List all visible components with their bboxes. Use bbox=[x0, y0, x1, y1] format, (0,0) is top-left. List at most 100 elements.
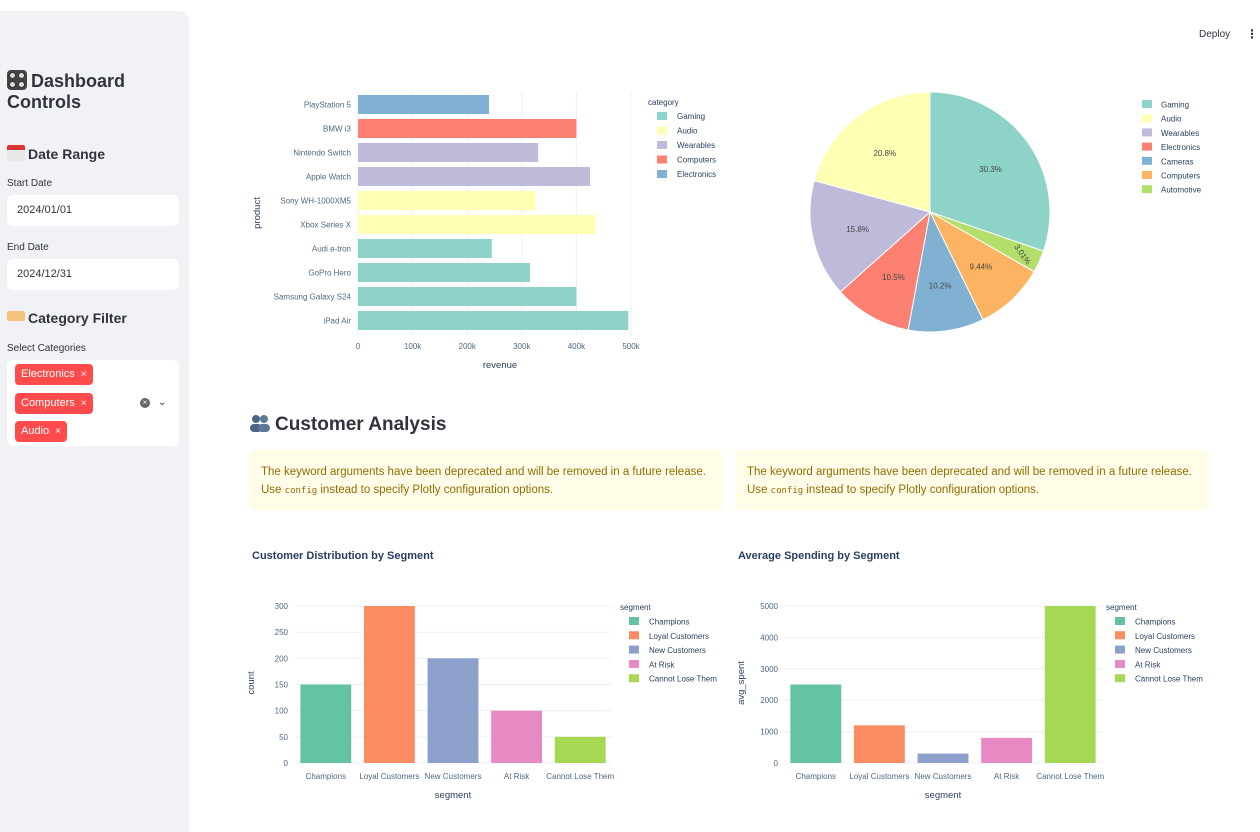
legend-label[interactable]: Audio bbox=[1161, 115, 1182, 124]
y-tick-label: 1000 bbox=[760, 728, 778, 737]
legend-label[interactable]: Electronics bbox=[1161, 143, 1200, 152]
charts-layer: 0 100k 200k 300k 400k 500k PlayStation 5 BMW i3… bbox=[246, 91, 1203, 801]
legend-label[interactable]: Gaming bbox=[677, 112, 705, 121]
legend-swatch[interactable] bbox=[657, 155, 667, 164]
legend-swatch[interactable] bbox=[657, 170, 667, 178]
legend-label[interactable]: Wearables bbox=[1161, 129, 1199, 138]
bar[interactable] bbox=[363, 606, 415, 763]
bar[interactable] bbox=[358, 167, 591, 186]
bar[interactable] bbox=[1044, 606, 1096, 763]
legend-swatch[interactable] bbox=[1115, 659, 1125, 668]
y-tick-label: Sony WH-1000XM5 bbox=[280, 197, 351, 206]
legend-swatch[interactable] bbox=[1142, 185, 1152, 194]
legend-swatch[interactable] bbox=[1142, 156, 1152, 165]
legend-swatch[interactable] bbox=[1115, 645, 1125, 654]
legend-label[interactable]: Cannot Lose Them bbox=[1135, 675, 1203, 684]
x-tick-label: 0 bbox=[356, 342, 361, 351]
x-axis-title: segment bbox=[435, 790, 472, 801]
legend-label[interactable]: Wearables bbox=[677, 141, 715, 150]
warning-use: Use bbox=[261, 484, 282, 496]
bar[interactable] bbox=[358, 215, 596, 234]
x-tick-label: At Risk bbox=[504, 772, 530, 781]
legend-label[interactable]: Champions bbox=[1135, 618, 1175, 627]
bar[interactable] bbox=[358, 119, 577, 138]
bar[interactable] bbox=[917, 753, 969, 763]
bar[interactable] bbox=[358, 143, 539, 162]
legend-label[interactable]: Cannot Lose Them bbox=[649, 675, 717, 684]
chart-title: Customer Distribution by Segment bbox=[252, 550, 434, 562]
legend-swatch[interactable] bbox=[1142, 142, 1152, 151]
legend-swatch[interactable] bbox=[629, 631, 639, 640]
legend-swatch[interactable] bbox=[629, 617, 639, 625]
warning-line1: The keyword arguments have been deprecat… bbox=[261, 466, 706, 478]
legend-label[interactable]: Loyal Customers bbox=[1135, 632, 1195, 641]
legend-swatch[interactable] bbox=[1142, 100, 1152, 108]
y-tick-label: 200 bbox=[275, 654, 289, 663]
legend-swatch[interactable] bbox=[1115, 631, 1125, 640]
bar[interactable] bbox=[358, 287, 577, 306]
warning-code: config bbox=[284, 486, 318, 496]
x-tick-label: 400k bbox=[568, 342, 586, 351]
legend-label[interactable]: At Risk bbox=[649, 660, 675, 669]
legend-label[interactable]: Electronics bbox=[677, 170, 716, 179]
revenue-bar-chart: 0 100k 200k 300k 400k 500k PlayStation 5 BMW i3… bbox=[252, 92, 716, 371]
bar[interactable] bbox=[358, 263, 530, 282]
legend-label[interactable]: Gaming bbox=[1161, 101, 1189, 110]
legend-label[interactable]: New Customers bbox=[649, 646, 706, 655]
bar[interactable] bbox=[358, 191, 536, 210]
legend-swatch[interactable] bbox=[1142, 114, 1152, 123]
bar[interactable] bbox=[358, 239, 492, 258]
people-icon bbox=[249, 414, 271, 432]
y-tick-label: BMW i3 bbox=[323, 125, 352, 134]
y-tick-label: Nintendo Switch bbox=[293, 149, 351, 158]
slice-label: 9.44% bbox=[970, 262, 993, 271]
bar[interactable] bbox=[358, 311, 629, 330]
legend-label[interactable]: Champions bbox=[649, 618, 689, 627]
x-tick-label: 200k bbox=[459, 342, 477, 351]
legend-swatch[interactable] bbox=[629, 645, 639, 654]
x-tick-label: Cannot Lose Them bbox=[1036, 772, 1104, 781]
warning-line2: instead to specify Plotly configuration … bbox=[806, 484, 1040, 496]
customer-analysis-heading: Customer Analysis bbox=[249, 414, 446, 436]
legend-swatch[interactable] bbox=[1142, 128, 1152, 137]
y-tick-label: Xbox Series X bbox=[300, 221, 351, 230]
legend-label[interactable]: At Risk bbox=[1135, 660, 1161, 669]
x-tick-label: Cannot Lose Them bbox=[546, 772, 614, 781]
bar[interactable] bbox=[554, 736, 606, 763]
bar[interactable] bbox=[491, 710, 543, 763]
slice-label: 15.8% bbox=[846, 225, 869, 234]
legend-swatch[interactable] bbox=[657, 141, 667, 149]
legend-swatch[interactable] bbox=[629, 659, 639, 668]
bar[interactable] bbox=[358, 95, 490, 114]
y-tick-label: 300 bbox=[275, 602, 289, 611]
deprecation-warning: The keyword arguments have been deprecat… bbox=[735, 450, 1209, 510]
legend-swatch[interactable] bbox=[1142, 171, 1152, 179]
legend-swatch[interactable] bbox=[629, 674, 639, 683]
legend-label[interactable]: Cameras bbox=[1161, 157, 1193, 166]
legend-swatch[interactable] bbox=[1115, 674, 1125, 683]
legend-swatch[interactable] bbox=[657, 112, 667, 120]
bar[interactable] bbox=[790, 684, 842, 764]
deprecation-warning: The keyword arguments have been deprecat… bbox=[249, 450, 723, 510]
bar[interactable] bbox=[427, 658, 479, 763]
slice-label: 30.3% bbox=[979, 165, 1002, 174]
chart-title: Average Spending by Segment bbox=[738, 550, 900, 562]
x-tick-label: 300k bbox=[513, 342, 531, 351]
y-tick-label: 100 bbox=[275, 707, 289, 716]
legend-label[interactable]: Computers bbox=[677, 156, 716, 165]
legend-label[interactable]: Computers bbox=[1161, 172, 1200, 181]
legend-label[interactable]: New Customers bbox=[1135, 646, 1192, 655]
legend-label[interactable]: Loyal Customers bbox=[649, 632, 709, 641]
y-tick-label: 0 bbox=[284, 759, 289, 768]
bar[interactable] bbox=[300, 684, 352, 764]
legend-label[interactable]: Audio bbox=[677, 127, 698, 136]
segment-count-chart: 0 50 100 150 200 250 300 Champions Loyal Custome… bbox=[246, 602, 717, 801]
bar[interactable] bbox=[981, 737, 1033, 763]
warning-use: Use bbox=[747, 484, 768, 496]
legend-swatch[interactable] bbox=[1115, 617, 1125, 625]
x-tick-label: Loyal Customers bbox=[849, 772, 909, 781]
y-tick-label: 250 bbox=[275, 628, 289, 637]
bar[interactable] bbox=[853, 725, 905, 763]
legend-label[interactable]: Automotive bbox=[1161, 186, 1202, 195]
legend-swatch[interactable] bbox=[657, 126, 667, 135]
